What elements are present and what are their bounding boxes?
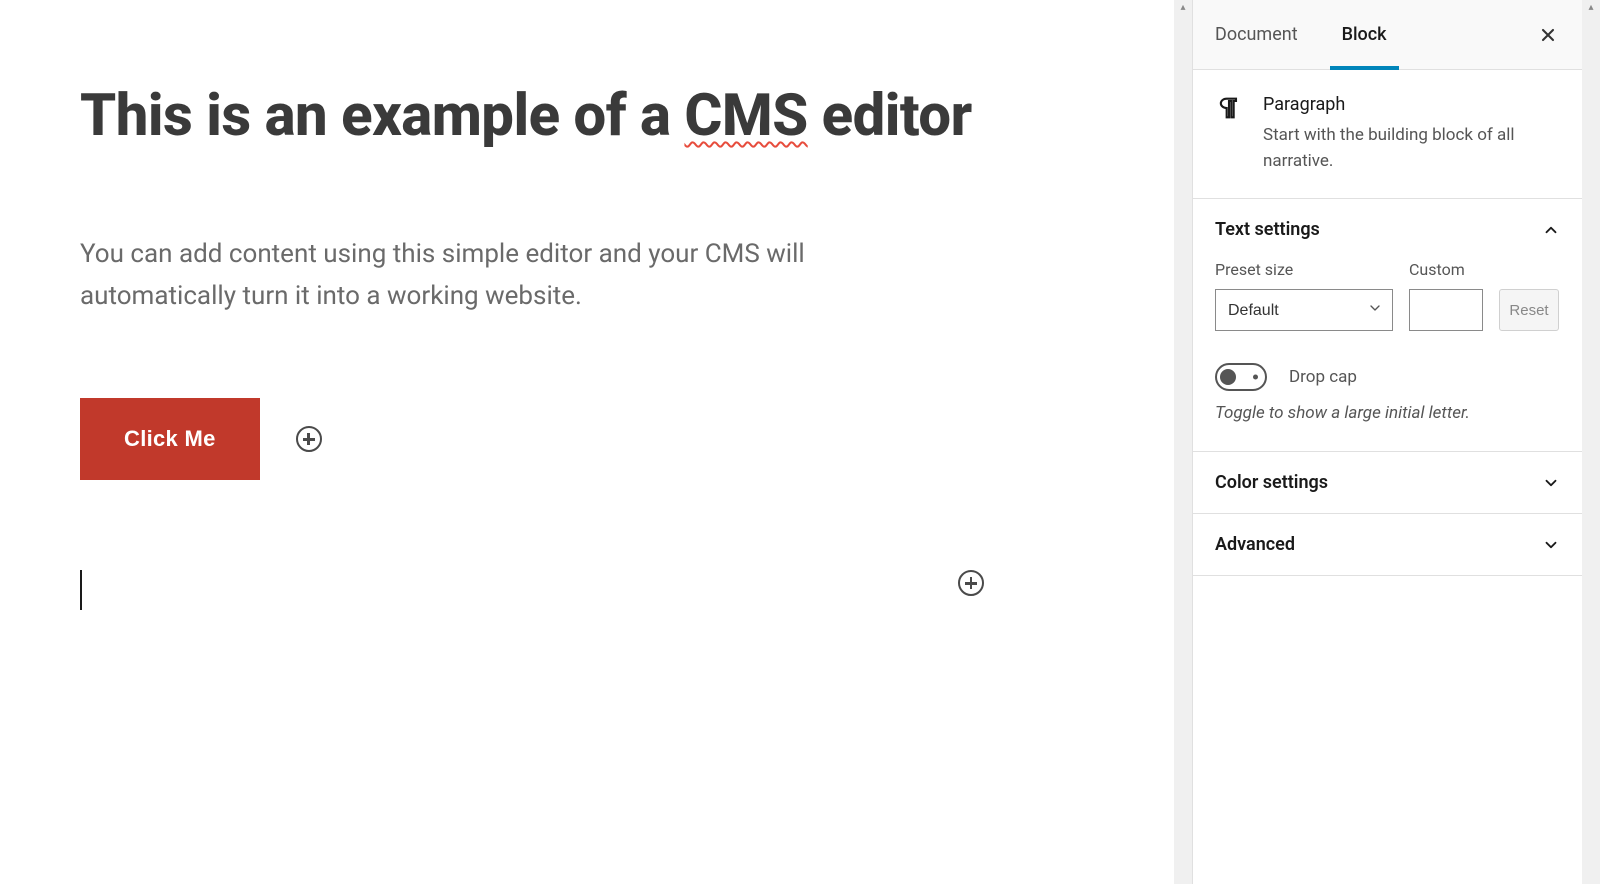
panel-text-settings: Text settings Preset size Default xyxy=(1193,199,1582,452)
panel-body-text-settings: Preset size Default Custom Reset xyxy=(1193,260,1582,451)
block-type-title: Paragraph xyxy=(1263,94,1560,115)
title-text-pre: This is an example of a xyxy=(80,82,684,150)
preset-size-field: Preset size Default xyxy=(1215,260,1393,331)
block-info-text: Paragraph Start with the building block … xyxy=(1263,94,1560,174)
editor-scrollbar[interactable] xyxy=(1174,0,1192,884)
panel-title-color-settings: Color settings xyxy=(1215,472,1328,493)
chevron-up-icon xyxy=(1542,221,1560,239)
panel-header-text-settings[interactable]: Text settings xyxy=(1193,199,1582,260)
settings-sidebar: Document Block Paragraph Start with the … xyxy=(1192,0,1582,884)
title-text-post: editor xyxy=(808,82,972,150)
custom-size-label: Custom xyxy=(1409,260,1483,279)
custom-size-input[interactable] xyxy=(1409,289,1483,331)
close-icon xyxy=(1538,25,1558,45)
preset-size-select-wrap: Default xyxy=(1215,289,1393,331)
sidebar-scrollbar[interactable] xyxy=(1582,0,1600,884)
tab-document[interactable]: Document xyxy=(1193,0,1320,69)
add-block-icon[interactable] xyxy=(958,570,984,596)
panel-advanced: Advanced xyxy=(1193,514,1582,576)
toggle-dot xyxy=(1253,375,1258,380)
preset-size-select[interactable]: Default xyxy=(1215,289,1393,331)
empty-paragraph-block[interactable] xyxy=(80,570,1094,610)
drop-cap-label: Drop cap xyxy=(1289,367,1357,387)
sidebar-tabs: Document Block xyxy=(1193,0,1582,70)
reset-font-size-button[interactable]: Reset xyxy=(1499,289,1559,331)
title-spellcheck-word: CMS xyxy=(684,82,807,150)
post-title[interactable]: This is an example of a CMS editor xyxy=(80,80,1094,153)
tab-block[interactable]: Block xyxy=(1320,0,1409,69)
cms-button[interactable]: Click Me xyxy=(80,398,260,480)
block-info-section: Paragraph Start with the building block … xyxy=(1193,70,1582,199)
add-block-icon[interactable] xyxy=(296,426,322,452)
block-type-description: Start with the building block of all nar… xyxy=(1263,123,1560,174)
paragraph-block[interactable]: You can add content using this simple ed… xyxy=(80,233,900,319)
panel-header-advanced[interactable]: Advanced xyxy=(1193,514,1582,575)
drop-cap-toggle[interactable] xyxy=(1215,363,1267,391)
editor-canvas[interactable]: This is an example of a CMS editor You c… xyxy=(0,0,1174,884)
font-size-row: Preset size Default Custom Reset xyxy=(1215,260,1560,331)
button-block-row: Click Me xyxy=(80,398,1094,480)
close-sidebar-button[interactable] xyxy=(1530,17,1566,53)
chevron-down-icon xyxy=(1542,474,1560,492)
panel-color-settings: Color settings xyxy=(1193,452,1582,514)
panel-header-color-settings[interactable]: Color settings xyxy=(1193,452,1582,513)
chevron-down-icon xyxy=(1542,536,1560,554)
paragraph-icon xyxy=(1215,94,1243,174)
toggle-knob xyxy=(1220,369,1236,385)
custom-size-field: Custom xyxy=(1409,260,1483,331)
panel-title-advanced: Advanced xyxy=(1215,534,1295,555)
drop-cap-help-text: Toggle to show a large initial letter. xyxy=(1215,403,1560,423)
drop-cap-row: Drop cap xyxy=(1215,363,1560,391)
preset-size-label: Preset size xyxy=(1215,260,1393,279)
panel-title-text-settings: Text settings xyxy=(1215,219,1320,240)
